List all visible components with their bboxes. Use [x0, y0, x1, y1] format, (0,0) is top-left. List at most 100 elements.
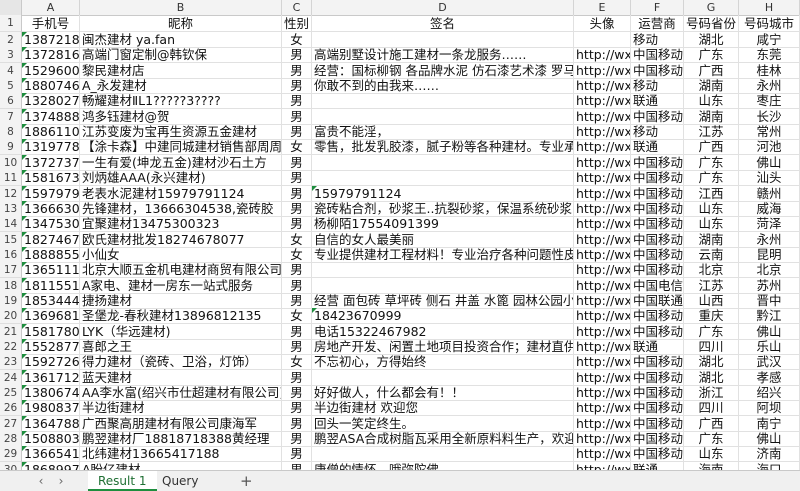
avatar-cell[interactable]: http://wx.c [574, 400, 631, 417]
city-cell[interactable]: 东莞 [739, 47, 800, 64]
city-cell[interactable]: 永州 [739, 78, 800, 95]
gender-cell[interactable]: 男 [282, 292, 312, 309]
nickname-cell[interactable]: 先锋建材，13666304538,瓷砖胶 [80, 200, 282, 217]
nickname-cell[interactable]: A家电、建材一房东一站式服务 [80, 277, 282, 294]
header-cell-city[interactable]: 号码城市 [739, 15, 800, 32]
signature-cell[interactable]: 电话15322467982 [312, 323, 574, 340]
column-header-h[interactable]: H [739, 0, 800, 15]
province-cell[interactable]: 湖北 [684, 354, 739, 371]
row-number[interactable]: 9 [0, 139, 22, 156]
phone-cell[interactable]: 137273707 [22, 154, 80, 171]
row-number[interactable]: 21 [0, 323, 22, 340]
avatar-cell[interactable]: http://wx.c [574, 415, 631, 432]
row-number[interactable]: 5 [0, 78, 22, 95]
signature-cell[interactable] [312, 108, 574, 125]
city-cell[interactable]: 永州 [739, 231, 800, 248]
gender-cell[interactable]: 男 [282, 446, 312, 463]
nickname-cell[interactable]: 刘炳雄AAA(永兴建材) [80, 170, 282, 187]
gender-cell[interactable]: 女 [282, 231, 312, 248]
province-cell[interactable]: 浙江 [684, 385, 739, 402]
province-cell[interactable]: 广西 [684, 415, 739, 432]
signature-cell[interactable]: 富贵不能淫， [312, 124, 574, 141]
signature-cell[interactable] [312, 262, 574, 279]
row-number[interactable]: 18 [0, 277, 22, 294]
province-cell[interactable]: 湖北 [684, 32, 739, 48]
select-all-corner[interactable] [0, 0, 22, 15]
avatar-cell[interactable]: http://wx.c [574, 47, 631, 64]
city-cell[interactable]: 常州 [739, 124, 800, 141]
avatar-cell[interactable]: http://wx.c [574, 139, 631, 156]
gender-cell[interactable]: 男 [282, 262, 312, 279]
phone-cell[interactable]: 152960080 [22, 62, 80, 79]
avatar-cell[interactable]: http://wx.c [574, 339, 631, 355]
carrier-cell[interactable]: 中国移动 [631, 446, 684, 463]
signature-cell[interactable]: 你敢不到的由我来…… [312, 78, 574, 95]
row-number[interactable]: 17 [0, 262, 22, 279]
row-number[interactable]: 4 [0, 62, 22, 79]
column-header-c[interactable]: C [282, 0, 312, 15]
phone-cell[interactable]: 138721878 [22, 32, 80, 48]
carrier-cell[interactable]: 中国移动 [631, 400, 684, 417]
phone-cell[interactable]: 159797911 [22, 185, 80, 202]
nickname-cell[interactable]: 鹏翌建材厂18818718388黄经理 [80, 431, 282, 448]
signature-cell[interactable]: 自信的女人最美丽 [312, 231, 574, 248]
phone-cell[interactable]: 158167315 [22, 170, 80, 187]
province-cell[interactable]: 山西 [684, 292, 739, 309]
gender-cell[interactable]: 男 [282, 323, 312, 340]
city-cell[interactable]: 苏州 [739, 277, 800, 294]
nickname-cell[interactable]: 一生有爱(坤龙五金)建材沙石土方 [80, 154, 282, 171]
carrier-cell[interactable]: 中国电信 [631, 277, 684, 294]
province-cell[interactable]: 广东 [684, 170, 739, 187]
avatar-cell[interactable]: http://wx.c [574, 170, 631, 187]
gender-cell[interactable]: 女 [282, 354, 312, 371]
province-cell[interactable]: 山东 [684, 216, 739, 233]
carrier-cell[interactable]: 中国移动 [631, 385, 684, 402]
province-cell[interactable]: 湖南 [684, 108, 739, 125]
phone-cell[interactable]: 136171272 [22, 369, 80, 386]
carrier-cell[interactable]: 中国移动 [631, 231, 684, 248]
nickname-cell[interactable]: 欧氏建材批发18274678077 [80, 231, 282, 248]
province-cell[interactable]: 山东 [684, 93, 739, 110]
nickname-cell[interactable]: A盼亿建材 [80, 461, 282, 470]
phone-cell[interactable]: 136663045 [22, 200, 80, 217]
phone-cell[interactable]: 198083778 [22, 400, 80, 417]
gender-cell[interactable]: 女 [282, 308, 312, 325]
phone-cell[interactable]: 137281611 [22, 47, 80, 64]
phone-cell[interactable]: 136654171 [22, 446, 80, 463]
carrier-cell[interactable]: 移动 [631, 32, 684, 48]
column-header-b[interactable]: B [80, 0, 282, 15]
province-cell[interactable]: 湖北 [684, 369, 739, 386]
province-cell[interactable]: 重庆 [684, 308, 739, 325]
avatar-cell[interactable]: http://wx.c [574, 446, 631, 463]
nickname-cell[interactable]: 北纬建材13665417188 [80, 446, 282, 463]
avatar-cell[interactable]: http://wx.c [574, 93, 631, 110]
carrier-cell[interactable]: 中国移动 [631, 323, 684, 340]
avatar-cell[interactable]: http://wx.c [574, 246, 631, 263]
column-header-e[interactable]: E [574, 0, 631, 15]
city-cell[interactable]: 阿坝 [739, 400, 800, 417]
phone-cell[interactable]: 136968121 [22, 308, 80, 325]
nickname-cell[interactable]: 江苏变废为宝再生资源五金建材 [80, 124, 282, 141]
nickname-cell[interactable]: 喜郎之王 [80, 339, 282, 355]
gender-cell[interactable]: 男 [282, 277, 312, 294]
province-cell[interactable]: 海南 [684, 461, 739, 470]
gender-cell[interactable]: 男 [282, 385, 312, 402]
avatar-cell[interactable]: http://wx.c [574, 308, 631, 325]
signature-cell[interactable]: 不忘初心，方得始终 [312, 354, 574, 371]
province-cell[interactable]: 广东 [684, 47, 739, 64]
province-cell[interactable]: 广西 [684, 62, 739, 79]
carrier-cell[interactable]: 中国联通 [631, 292, 684, 309]
avatar-cell[interactable]: http://wx.c [574, 292, 631, 309]
city-cell[interactable]: 佛山 [739, 154, 800, 171]
gender-cell[interactable]: 男 [282, 124, 312, 141]
phone-cell[interactable]: 131977866 [22, 139, 80, 156]
signature-cell[interactable]: 经营：国标柳钢 各品牌水泥 仿石漆艺术漆 罗马柱 [312, 62, 574, 79]
city-cell[interactable]: 佛山 [739, 431, 800, 448]
city-cell[interactable]: 孝感 [739, 369, 800, 386]
city-cell[interactable]: 海口 [739, 461, 800, 470]
province-cell[interactable]: 四川 [684, 400, 739, 417]
row-number[interactable]: 16 [0, 246, 22, 263]
carrier-cell[interactable]: 移动 [631, 124, 684, 141]
avatar-cell[interactable]: http://wx.c [574, 185, 631, 202]
column-header-f[interactable]: F [631, 0, 684, 15]
